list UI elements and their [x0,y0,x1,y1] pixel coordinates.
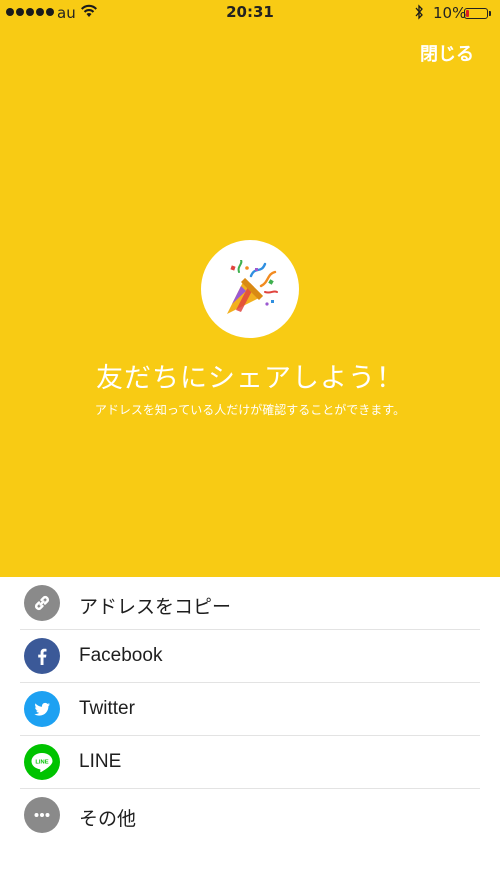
twitter-icon [24,691,60,727]
share-option-copy-address[interactable]: アドレスをコピー [0,577,500,630]
share-description: アドレスを知っている人だけが確認することができます。 [94,403,406,417]
more-icon [24,797,60,833]
bluetooth-icon [415,4,423,20]
share-option-label: LINE [79,751,122,772]
status-bar: au 20:31 10% [0,0,500,26]
party-popper-badge [201,240,299,338]
share-option-label: アドレスをコピー [79,597,232,618]
battery-icon [464,8,488,19]
share-option-label: Twitter [79,698,135,719]
line-icon: LINE [24,744,60,780]
share-option-facebook[interactable]: Facebook [0,630,500,683]
hero-banner: au 20:31 10% 閉じる 友だちにシェアしよう！ アドレスを知っている人… [0,0,500,577]
clock: 20:31 [226,3,274,21]
party-popper-icon [227,260,278,314]
share-option-line[interactable]: LINE LINE [0,736,500,789]
share-option-label: その他 [79,809,137,830]
share-options-list: アドレスをコピー Facebook Twitter LINE LINE その他 [0,577,500,842]
facebook-icon [24,638,60,674]
close-button[interactable]: 閉じる [420,40,474,66]
share-headline: 友だちにシェアしよう！ [96,363,404,394]
share-option-more[interactable]: その他 [0,789,500,842]
battery-percentage: 10% [433,4,467,22]
link-icon [24,585,60,621]
share-option-twitter[interactable]: Twitter [0,683,500,736]
share-option-label: Facebook [79,645,163,666]
svg-text:LINE: LINE [35,760,48,766]
